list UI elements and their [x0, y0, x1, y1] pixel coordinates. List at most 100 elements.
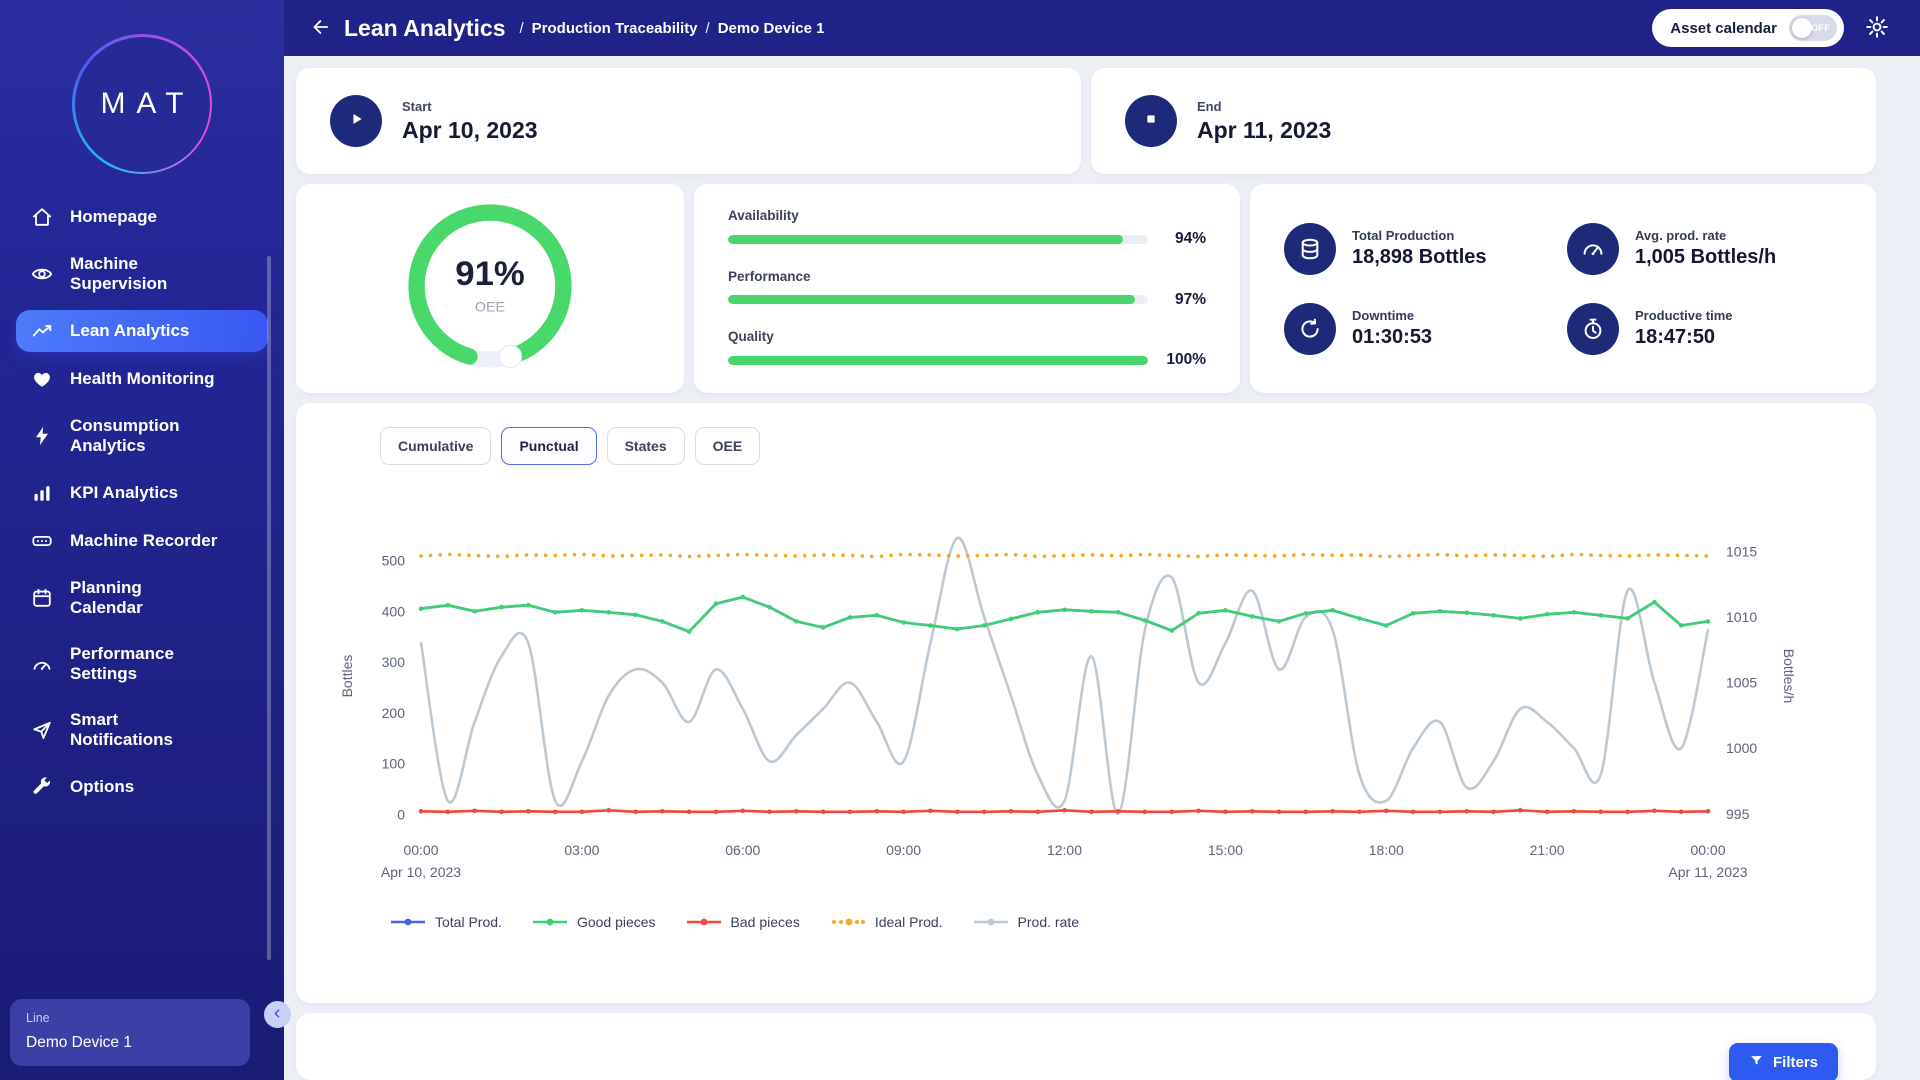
chart-tabs: Cumulative Punctual States OEE: [380, 427, 1846, 465]
sidebar-item-planning-calendar[interactable]: Planning Calendar: [16, 568, 268, 628]
legend-ideal-prod[interactable]: Ideal Prod.: [830, 914, 943, 930]
end-card: End Apr 11, 2023: [1091, 68, 1876, 174]
sidebar-item-label: Lean Analytics: [70, 321, 189, 341]
stat-value: 18:47:50: [1635, 326, 1733, 349]
wrench-icon: [30, 776, 54, 798]
sidebar-item-machine-recorder[interactable]: Machine Recorder: [16, 520, 268, 562]
start-date: Apr 10, 2023: [402, 117, 538, 144]
stat-avg-prod-rate: Avg. prod. rate1,005 Bottles/h: [1567, 223, 1842, 275]
sidebar-item-consumption-analytics[interactable]: Consumption Analytics: [16, 406, 268, 466]
progress-fill: [728, 356, 1148, 365]
device-name: Demo Device 1: [26, 1034, 234, 1052]
bottom-card: Filters: [296, 1013, 1876, 1080]
metric-label: Availability: [728, 208, 1206, 223]
tab-punctual[interactable]: Punctual: [501, 427, 596, 465]
chart-card: CumulativePunctualStatesOEE 010020030040…: [296, 403, 1876, 1003]
metric-value: 100%: [1148, 351, 1206, 369]
metric-value: 94%: [1148, 230, 1206, 248]
stat-label: Downtime: [1352, 308, 1432, 323]
tab-cumulative[interactable]: Cumulative: [380, 427, 491, 465]
line-device-selector[interactable]: Line Demo Device 1: [10, 999, 250, 1066]
main-column: Lean Analytics /Production Traceability/…: [284, 0, 1920, 1080]
period-row: Start Apr 10, 2023 End Apr 11, 2023: [296, 68, 1876, 174]
stat-productive-time: Productive time18:47:50: [1567, 303, 1842, 355]
legend-label: Total Prod.: [435, 914, 502, 930]
end-label: End: [1197, 99, 1331, 114]
legend-swatch: [532, 916, 568, 928]
end-text: End Apr 11, 2023: [1197, 99, 1331, 144]
gauge-icon: [30, 653, 54, 675]
line-chart-icon: [30, 320, 54, 342]
svg-text:Apr 11, 2023: Apr 11, 2023: [1668, 864, 1747, 880]
speedometer-icon: [1567, 223, 1619, 275]
main-content: Start Apr 10, 2023 End Apr 11, 2023 91%O…: [284, 56, 1920, 1080]
funnel-icon: [1749, 1053, 1764, 1072]
stats-card: Total Production18,898 BottlesAvg. prod.…: [1250, 184, 1876, 393]
sidebar-item-health-monitoring[interactable]: Health Monitoring: [16, 358, 268, 400]
svg-text:Bottles/h: Bottles/h: [1781, 649, 1796, 703]
eye-icon: [30, 263, 54, 285]
breadcrumb: /Production Traceability/Demo Device 1: [519, 20, 824, 37]
sidebar-item-label: Machine Recorder: [70, 531, 217, 551]
tab-states[interactable]: States: [607, 427, 685, 465]
bar-chart-icon: [30, 482, 54, 504]
asset-calendar-toggle[interactable]: Asset calendar OFF: [1652, 9, 1844, 47]
svg-text:Bottles: Bottles: [339, 655, 355, 698]
gear-icon: [1865, 15, 1889, 42]
svg-text:91%: 91%: [455, 255, 524, 293]
start-card: Start Apr 10, 2023: [296, 68, 1081, 174]
progress-track: [728, 235, 1148, 244]
svg-text:03:00: 03:00: [564, 842, 599, 858]
legend-swatch: [686, 916, 722, 928]
sidebar-item-label: Planning Calendar: [70, 578, 143, 618]
svg-text:100: 100: [382, 756, 406, 772]
chevron-left-icon: [270, 1006, 285, 1024]
sidebar-item-smart-notifications[interactable]: Smart Notifications: [16, 700, 268, 760]
sidebar-scrollbar[interactable]: [267, 256, 271, 960]
metric-label: Quality: [728, 329, 1206, 344]
breadcrumb-separator: /: [706, 20, 710, 37]
toggle-state-label: OFF: [1811, 23, 1830, 33]
start-label: Start: [402, 99, 538, 114]
sidebar-item-performance-settings[interactable]: Performance Settings: [16, 634, 268, 694]
sidebar: MAT HomepageMachine SupervisionLean Anal…: [0, 0, 284, 1080]
metric-bar-row: 97%: [728, 291, 1206, 309]
sidebar-item-homepage[interactable]: Homepage: [16, 196, 268, 238]
sidebar-item-label: Homepage: [70, 207, 157, 227]
legend-swatch: [830, 916, 866, 928]
svg-text:21:00: 21:00: [1530, 842, 1565, 858]
stopwatch-icon: [1567, 303, 1619, 355]
progress-fill: [728, 235, 1123, 244]
legend-bad-pieces[interactable]: Bad pieces: [686, 914, 800, 930]
sidebar-collapse-button[interactable]: [264, 1001, 291, 1028]
breadcrumb-item-demo-device-1[interactable]: Demo Device 1: [718, 20, 825, 37]
line-label: Line: [26, 1011, 234, 1025]
svg-text:0: 0: [397, 806, 405, 822]
stat-total-production: Total Production18,898 Bottles: [1284, 223, 1559, 275]
chart-legend: Total Prod. Good pieces Bad pieces Ideal Pr…: [390, 914, 1846, 930]
metric-availability: Availability 94%: [728, 208, 1206, 248]
toggle-switch[interactable]: OFF: [1789, 15, 1837, 41]
calendar-icon: [30, 587, 54, 609]
legend-good-pieces[interactable]: Good pieces: [532, 914, 656, 930]
oee-gauge-card: 91%OEE: [296, 184, 684, 393]
sidebar-item-options[interactable]: Options: [16, 766, 268, 808]
sidebar-item-kpi-analytics[interactable]: KPI Analytics: [16, 472, 268, 514]
breadcrumb-item-production-traceability[interactable]: Production Traceability: [532, 20, 698, 37]
kpi-row: 91%OEE Availability 94% Performance97% Qual…: [296, 184, 1876, 393]
sidebar-item-lean-analytics[interactable]: Lean Analytics: [16, 310, 268, 352]
settings-button[interactable]: [1860, 11, 1894, 45]
send-icon: [30, 719, 54, 741]
filters-button[interactable]: Filters: [1729, 1043, 1838, 1080]
stat-value: 1,005 Bottles/h: [1635, 246, 1776, 269]
sidebar-nav: Homepage Machine Supervision Lean Analytic…: [0, 196, 284, 808]
tab-oee[interactable]: OEE: [695, 427, 761, 465]
legend-prod-rate[interactable]: Prod. rate: [973, 914, 1079, 930]
sidebar-item-machine-supervision[interactable]: Machine Supervision: [16, 244, 268, 304]
legend-total-prod[interactable]: Total Prod.: [390, 914, 502, 930]
back-button[interactable]: [304, 13, 334, 43]
play-icon: [330, 95, 382, 147]
metric-quality: Quality 100%: [728, 329, 1206, 369]
legend-label: Bad pieces: [731, 914, 800, 930]
metric-performance: Performance97%: [728, 269, 1206, 309]
